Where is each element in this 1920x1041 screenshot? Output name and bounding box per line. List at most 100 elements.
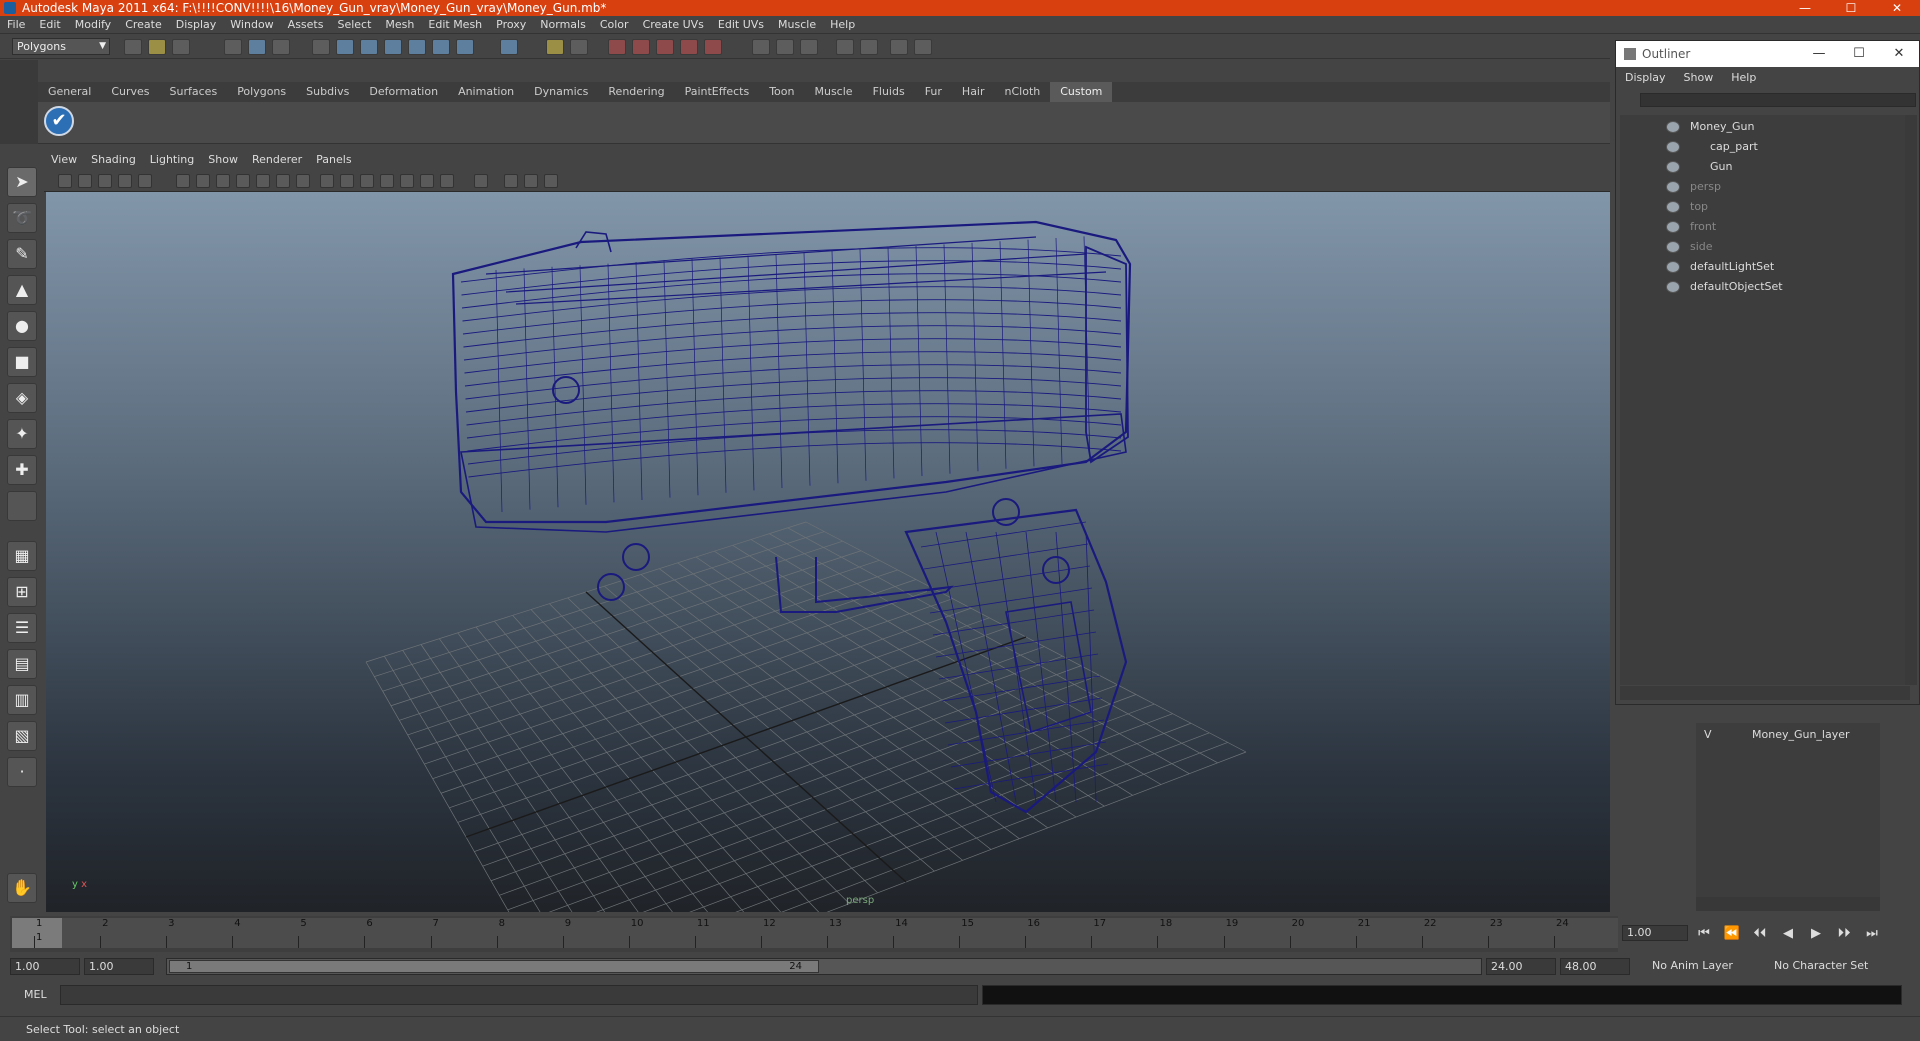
- tab-custom[interactable]: Custom: [1050, 82, 1113, 102]
- wireframe-on-shaded-icon[interactable]: [360, 174, 374, 188]
- range-slider[interactable]: 1 24: [166, 958, 1482, 975]
- persp-outliner-layout-icon[interactable]: ▧: [7, 721, 37, 751]
- last-tool-icon[interactable]: ✚: [7, 455, 37, 485]
- tab-surfaces[interactable]: Surfaces: [160, 82, 228, 102]
- outliner-icon[interactable]: [890, 39, 908, 55]
- layer-scrollbar[interactable]: [1696, 897, 1880, 911]
- layer-row[interactable]: V Money_Gun_layer: [1696, 726, 1880, 744]
- backface-icon[interactable]: [544, 174, 558, 188]
- snap-curve-icon[interactable]: [336, 39, 354, 55]
- tab-curves[interactable]: Curves: [101, 82, 159, 102]
- construction-history-icon[interactable]: [456, 39, 474, 55]
- outliner-item[interactable]: side: [1620, 237, 1900, 257]
- two-d-pan-icon[interactable]: [138, 174, 152, 188]
- open-scene-icon[interactable]: [148, 39, 166, 55]
- play-forwards-button[interactable]: ▶: [1802, 924, 1830, 944]
- menu-mesh[interactable]: Mesh: [378, 16, 421, 34]
- scale-tool-icon[interactable]: ■: [7, 347, 37, 377]
- tab-painteffects[interactable]: PaintEffects: [675, 82, 760, 102]
- panel-menu-view[interactable]: View: [44, 150, 84, 170]
- move-tool-icon[interactable]: ▲: [7, 275, 37, 305]
- ipr-render-icon[interactable]: [632, 39, 650, 55]
- wireframe-icon[interactable]: [320, 174, 334, 188]
- menu-display[interactable]: Display: [169, 16, 224, 34]
- tab-rendering[interactable]: Rendering: [598, 82, 674, 102]
- layer-visibility-toggle[interactable]: V: [1704, 726, 1712, 744]
- gate-mask-icon[interactable]: [236, 174, 250, 188]
- save-scene-icon[interactable]: [172, 39, 190, 55]
- hand-icon[interactable]: ✋: [7, 873, 37, 903]
- history-icon[interactable]: [432, 39, 450, 55]
- tab-dynamics[interactable]: Dynamics: [524, 82, 598, 102]
- menu-window[interactable]: Window: [223, 16, 280, 34]
- tab-hair[interactable]: Hair: [952, 82, 995, 102]
- use-all-lights-icon[interactable]: [400, 174, 414, 188]
- render-view-icon[interactable]: [680, 39, 698, 55]
- panel-menu-panels[interactable]: Panels: [309, 150, 358, 170]
- start-time-field[interactable]: 1.00: [10, 958, 80, 975]
- field-chart-icon[interactable]: [256, 174, 270, 188]
- new-scene-icon[interactable]: [124, 39, 142, 55]
- outliner-item[interactable]: defaultObjectSet: [1620, 277, 1900, 297]
- bookmark-icon[interactable]: [98, 174, 112, 188]
- menu-muscle[interactable]: Muscle: [771, 16, 823, 34]
- grid-icon[interactable]: [176, 174, 190, 188]
- menu-edit-mesh[interactable]: Edit Mesh: [421, 16, 489, 34]
- close-button[interactable]: ✕: [1874, 0, 1920, 16]
- tab-deformation[interactable]: Deformation: [359, 82, 448, 102]
- menu-file[interactable]: File: [0, 16, 32, 34]
- outliner-item[interactable]: Money_Gun: [1620, 117, 1900, 137]
- mode-selector[interactable]: Polygons ▼: [12, 38, 110, 55]
- attribute-editor-icon[interactable]: [752, 39, 770, 55]
- outliner-item[interactable]: front: [1620, 217, 1900, 237]
- snap-view-icon[interactable]: [384, 39, 402, 55]
- panel-menu-show[interactable]: Show: [201, 150, 245, 170]
- isolate-select-icon[interactable]: [474, 174, 488, 188]
- shelf-menu-handle[interactable]: [0, 60, 38, 144]
- tab-ncloth[interactable]: nCloth: [995, 82, 1051, 102]
- menu-edit-uvs[interactable]: Edit UVs: [711, 16, 771, 34]
- tab-polygons[interactable]: Polygons: [227, 82, 296, 102]
- anim-layer-dropdown[interactable]: No Anim Layer: [1648, 958, 1758, 975]
- xray-icon[interactable]: [504, 174, 518, 188]
- menu-help[interactable]: Help: [823, 16, 862, 34]
- menu-proxy[interactable]: Proxy: [489, 16, 533, 34]
- check-icon[interactable]: ✔: [44, 106, 74, 136]
- outliner-layout-icon[interactable]: ☰: [7, 613, 37, 643]
- tool-settings-icon[interactable]: [776, 39, 794, 55]
- mel-label[interactable]: MEL: [24, 988, 47, 1001]
- high-quality-icon[interactable]: [440, 174, 454, 188]
- snap-point-icon[interactable]: [360, 39, 378, 55]
- menu-color[interactable]: Color: [593, 16, 636, 34]
- step-back-key-button[interactable]: ⏪: [1718, 924, 1746, 944]
- go-to-start-button[interactable]: ⏮: [1690, 924, 1718, 944]
- tab-muscle[interactable]: Muscle: [804, 82, 862, 102]
- step-forward-frame-button[interactable]: ⏵⏵: [1830, 924, 1858, 944]
- shadows-icon[interactable]: [420, 174, 434, 188]
- film-gate-icon[interactable]: [196, 174, 210, 188]
- outliner-close-button[interactable]: ✕: [1879, 41, 1919, 67]
- persp-graph-layout-icon[interactable]: ▤: [7, 649, 37, 679]
- image-plane-icon[interactable]: [118, 174, 132, 188]
- snap-surface-icon[interactable]: [408, 39, 426, 55]
- outliner-menu-help[interactable]: Help: [1722, 69, 1765, 87]
- safe-title-icon[interactable]: [296, 174, 310, 188]
- safe-action-icon[interactable]: [276, 174, 290, 188]
- menu-normals[interactable]: Normals: [533, 16, 593, 34]
- character-set-dropdown[interactable]: No Character Set: [1770, 958, 1880, 975]
- minimize-button[interactable]: —: [1782, 0, 1828, 16]
- camera-attributes-icon[interactable]: [78, 174, 92, 188]
- panel-menu-shading[interactable]: Shading: [84, 150, 143, 170]
- outliner-item[interactable]: cap_part: [1620, 137, 1900, 157]
- tab-subdivs[interactable]: Subdivs: [296, 82, 359, 102]
- tab-general[interactable]: General: [38, 82, 101, 102]
- outliner-horizontal-scrollbar[interactable]: [1620, 686, 1910, 700]
- outliner-minimize-button[interactable]: —: [1799, 41, 1839, 67]
- single-perspective-layout-icon[interactable]: ▦: [7, 541, 37, 571]
- layer-editor-icon[interactable]: [836, 39, 854, 55]
- outliner-filter-field[interactable]: [1640, 93, 1916, 107]
- select-by-name-icon[interactable]: [570, 39, 588, 55]
- perspective-viewport[interactable]: y x persp: [46, 192, 1610, 912]
- tab-fluids[interactable]: Fluids: [863, 82, 915, 102]
- more-layouts-icon[interactable]: ·: [7, 757, 37, 787]
